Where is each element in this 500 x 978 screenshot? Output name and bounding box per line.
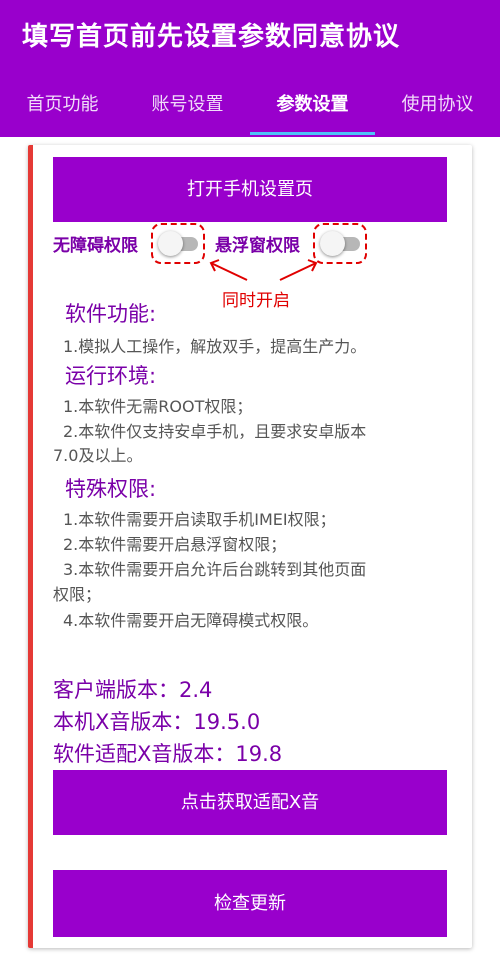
- environment-line: 1.本软件无需ROOT权限；: [63, 397, 253, 416]
- tab-usage-agreement[interactable]: 使用协议: [375, 82, 500, 137]
- environment-heading: 运行环境:: [65, 364, 157, 388]
- features-heading: 软件功能:: [65, 302, 157, 326]
- permission-line: 3.本软件需要开启允许后台跳转到其他页面: [63, 560, 367, 579]
- accessibility-permission-label: 无障碍权限: [53, 236, 138, 256]
- enable-both-hint: 同时开启: [222, 291, 290, 311]
- environment-line: 7.0及以上。: [53, 446, 143, 465]
- adapted-x-version: 软件适配X音版本：19.8: [53, 742, 283, 766]
- features-line: 1.模拟人工操作，解放双手，提高生产力。: [63, 337, 367, 356]
- tab-bar: 首页功能 账号设置 参数设置 使用协议: [0, 82, 500, 137]
- floating-window-permission-label: 悬浮窗权限: [215, 236, 300, 256]
- toggle-thumb: [158, 231, 183, 256]
- app-bar: 填写首页前先设置参数同意协议 首页功能 账号设置 参数设置 使用协议: [0, 0, 500, 137]
- client-version: 客户端版本：2.4: [53, 678, 213, 702]
- active-tab-indicator: [250, 132, 375, 135]
- environment-line: 2.本软件仅支持安卓手机，且要求安卓版本: [63, 422, 367, 441]
- check-update-button[interactable]: 检查更新: [53, 870, 447, 937]
- app-title: 填写首页前先设置参数同意协议: [22, 22, 401, 52]
- arrow-right-icon: [279, 259, 318, 281]
- local-x-version: 本机X音版本：19.5.0: [53, 710, 261, 734]
- tab-parameter-settings[interactable]: 参数设置: [250, 82, 375, 137]
- tab-home-features[interactable]: 首页功能: [0, 82, 125, 137]
- get-adapted-x-button[interactable]: 点击获取适配X音: [53, 770, 447, 835]
- permission-line: 权限；: [53, 585, 102, 604]
- permission-line: 4.本软件需要开启无障碍模式权限。: [63, 611, 319, 630]
- permission-line: 1.本软件需要开启读取手机IMEI权限；: [63, 510, 336, 529]
- toggle-thumb: [320, 231, 345, 256]
- permission-line: 2.本软件需要开启悬浮窗权限；: [63, 535, 287, 554]
- open-phone-settings-button[interactable]: 打开手机设置页: [53, 157, 447, 222]
- special-permissions-heading: 特殊权限:: [65, 477, 157, 501]
- tab-account-settings[interactable]: 账号设置: [125, 82, 250, 137]
- arrow-left-icon: [209, 259, 248, 281]
- accessibility-toggle[interactable]: [151, 223, 205, 264]
